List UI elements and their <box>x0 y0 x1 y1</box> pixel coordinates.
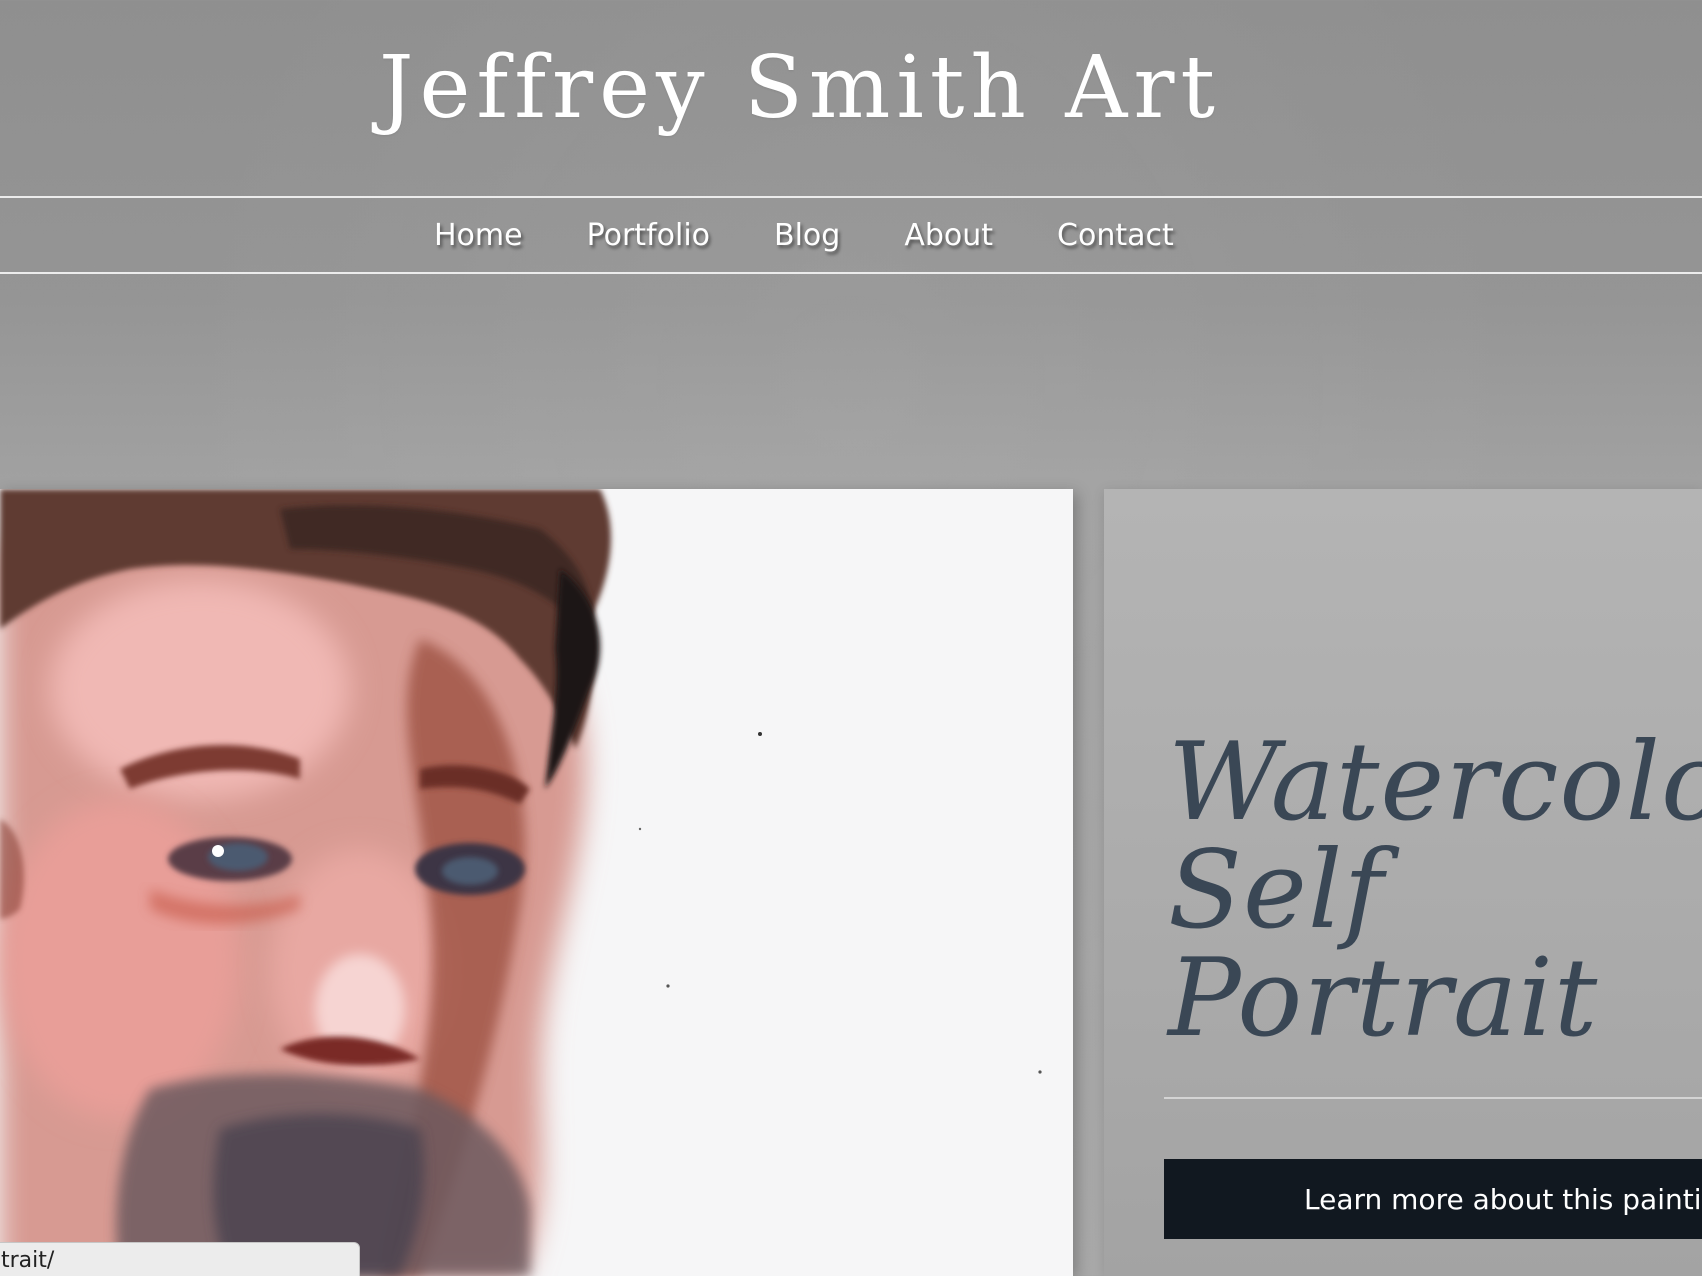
link-preview-status-bar: trait/ <box>0 1242 360 1276</box>
featured-painting-image[interactable] <box>0 489 1073 1276</box>
panel-divider <box>1164 1097 1702 1099</box>
nav-list: Home Portfolio Blog About Contact <box>434 198 1238 272</box>
nav-item-home[interactable]: Home <box>434 218 523 253</box>
nav-item-contact[interactable]: Contact <box>1057 218 1174 253</box>
nav-item-blog[interactable]: Blog <box>774 218 840 253</box>
painting-title: Watercolor Self Portrait <box>1168 729 1702 1053</box>
learn-more-button[interactable]: Learn more about this painting <box>1164 1159 1702 1239</box>
painting-title-line-1: Watercolor <box>1168 720 1702 845</box>
main-nav: Home Portfolio Blog About Contact <box>0 196 1702 274</box>
painting-info-panel: Watercolor Self Portrait Learn more abou… <box>1104 489 1702 1276</box>
site-title[interactable]: Jeffrey Smith Art <box>0 38 1600 138</box>
nav-item-portfolio[interactable]: Portfolio <box>587 218 710 253</box>
painting-title-line-2: Self <box>1168 828 1385 953</box>
nav-item-about[interactable]: About <box>904 218 993 253</box>
painting-title-line-3: Portrait <box>1168 936 1599 1061</box>
